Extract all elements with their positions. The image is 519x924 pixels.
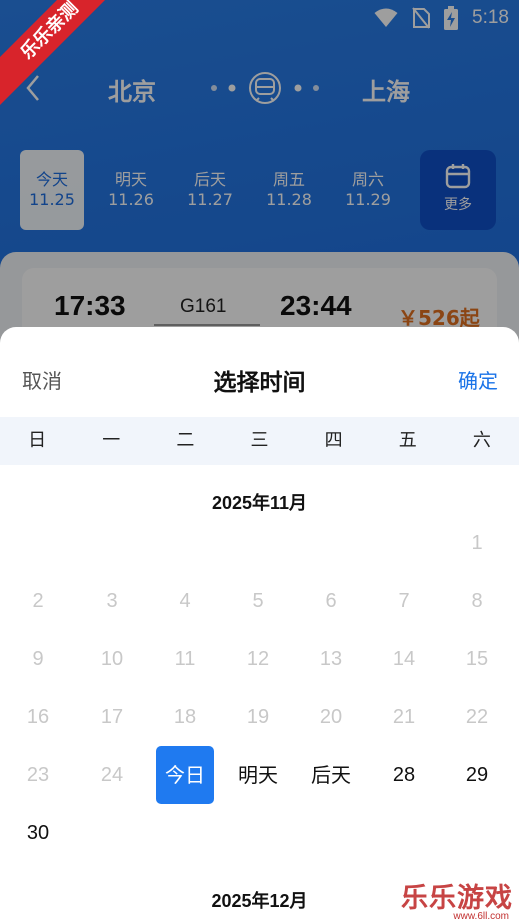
- calendar-day: 2: [32, 590, 44, 612]
- weekday-sat: 六: [472, 430, 491, 451]
- calendar-day: 1: [471, 532, 483, 554]
- calendar-day: 24: [100, 764, 124, 786]
- site-watermark: 乐乐游戏 www.6ll.com: [395, 876, 513, 922]
- calendar-day: 6: [325, 590, 337, 612]
- calendar-day: 21: [392, 706, 416, 728]
- calendar-day: 20: [319, 706, 343, 728]
- calendar-day: 15: [465, 648, 489, 670]
- weekday-tue: 二: [176, 430, 195, 451]
- weekday-thu: 四: [324, 430, 343, 451]
- calendar-day[interactable]: 28: [375, 746, 433, 804]
- calendar-day: 9: [32, 648, 44, 670]
- weekday-fri: 五: [398, 430, 417, 451]
- calendar-day[interactable]: 30: [9, 804, 67, 862]
- calendar-day: 23: [26, 764, 50, 786]
- date-picker-sheet: 取消 选择时间 确定 日 一 二 三 四 五 六 2025年11月 123456…: [0, 327, 519, 924]
- watermark-url: www.6ll.com: [453, 911, 509, 922]
- calendar-day: 4: [179, 590, 191, 612]
- weekday-mon: 一: [102, 430, 121, 451]
- calendar-day-selected[interactable]: 今日: [156, 746, 214, 804]
- calendar-day: 13: [319, 648, 343, 670]
- calendar-day: 10: [100, 648, 124, 670]
- picker-title: 选择时间: [213, 370, 306, 396]
- calendar-day: 12: [246, 648, 270, 670]
- confirm-button[interactable]: 确定: [458, 365, 498, 394]
- calendar-day[interactable]: 明天: [229, 746, 287, 804]
- calendar-day: 7: [398, 590, 410, 612]
- calendar-day: 18: [173, 706, 197, 728]
- calendar-day: 14: [392, 648, 416, 670]
- calendar-day: 8: [471, 590, 483, 612]
- calendar-day: 11: [174, 648, 196, 670]
- watermark-text: 乐乐游戏: [401, 883, 513, 914]
- weekday-sun: 日: [28, 430, 47, 451]
- weekday-header: 日 一 二 三 四 五 六: [0, 417, 519, 465]
- calendar-day: 17: [100, 706, 124, 728]
- weekday-wed: 三: [250, 430, 269, 451]
- calendar-day: 19: [246, 706, 270, 728]
- calendar-day[interactable]: 29: [448, 746, 506, 804]
- picker-header: 取消 选择时间 确定: [0, 327, 519, 417]
- calendar-day: 22: [465, 706, 489, 728]
- calendar-day: 3: [106, 590, 118, 612]
- month-label-november: 2025年11月: [211, 493, 308, 513]
- calendar-day[interactable]: 后天: [302, 746, 360, 804]
- calendar-day: 5: [252, 590, 264, 612]
- calendar-day: 16: [26, 706, 50, 728]
